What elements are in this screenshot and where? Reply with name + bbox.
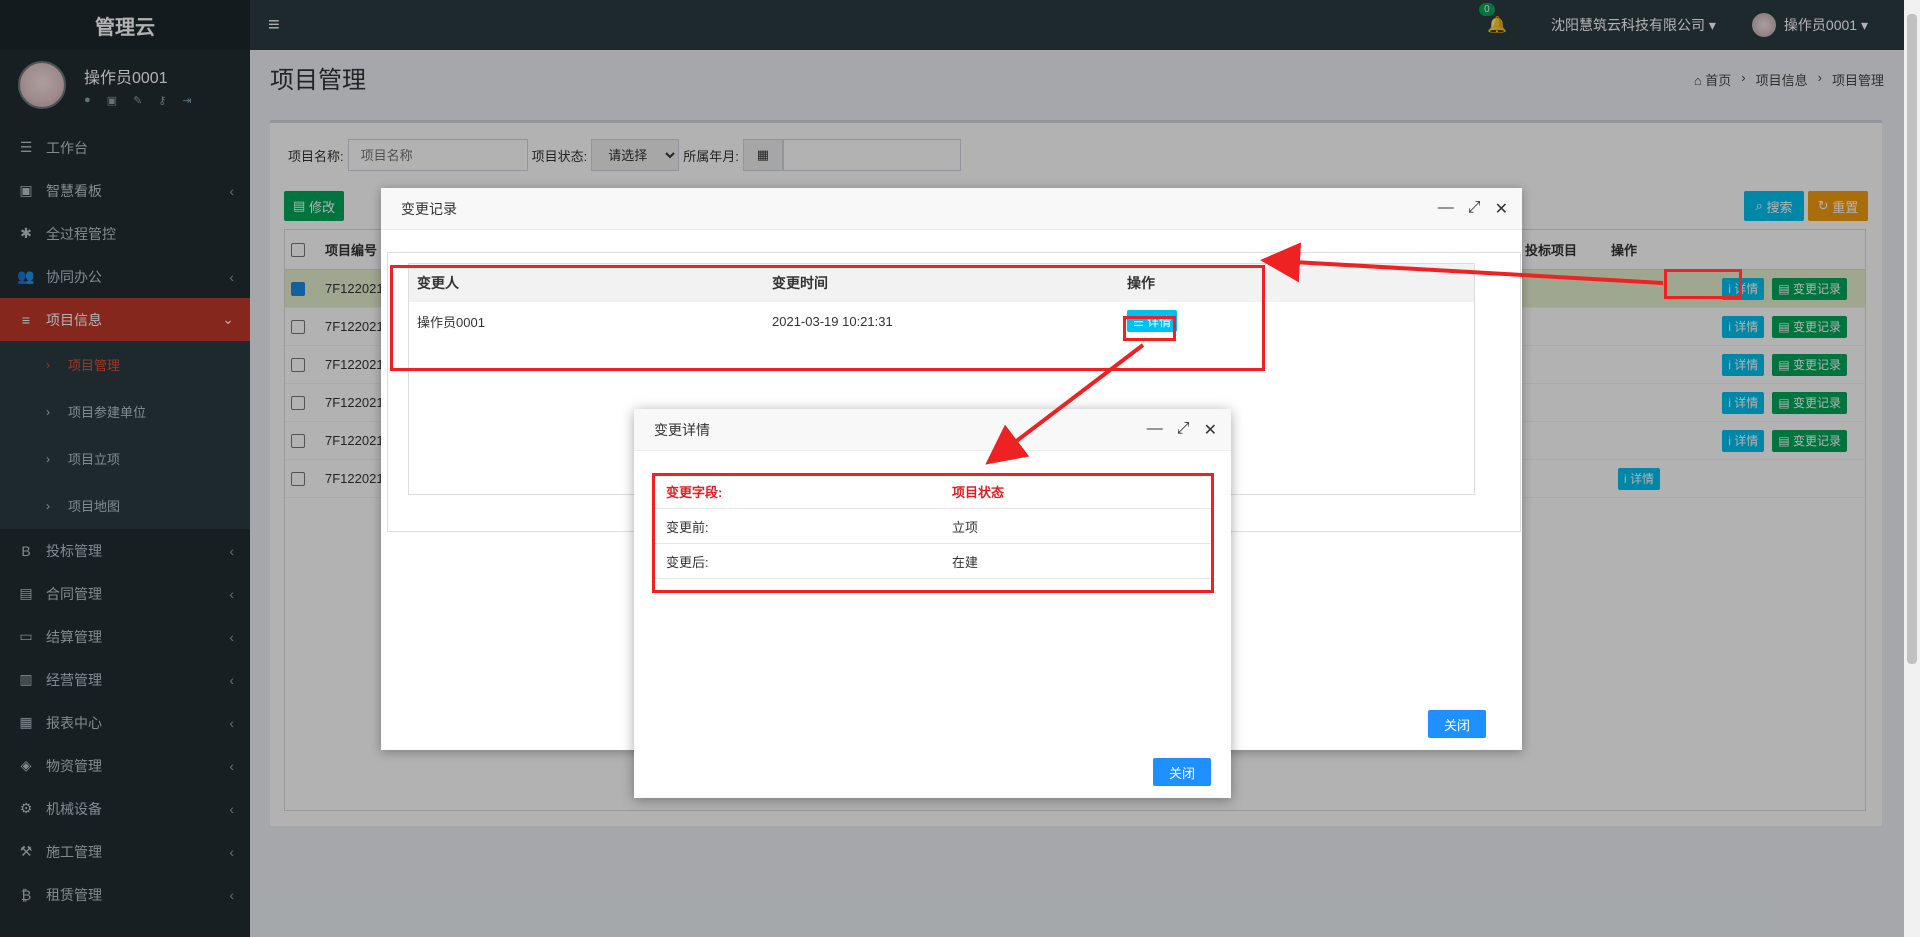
modal-title: 变更详情 — [654, 421, 710, 438]
modal1-close-button[interactable]: 关闭 — [1428, 710, 1486, 738]
close-icon[interactable]: ✕ — [1495, 199, 1508, 219]
scrollbar-thumb[interactable] — [1907, 14, 1917, 664]
annotation-box-change-detail — [652, 473, 1214, 593]
minimize-icon[interactable]: — — [1147, 420, 1163, 440]
maximize-icon[interactable]: ⤢ — [1177, 420, 1190, 440]
modal-title-bar: 变更记录 — ⤢ ✕ — [381, 188, 1522, 230]
change-detail-modal: 变更详情 — ⤢ ✕ 变更字段: 项目状态 变更前: 立项 变更后: 在建 关闭 — [634, 409, 1231, 798]
modal2-close-button[interactable]: 关闭 — [1153, 758, 1211, 786]
page-scrollbar[interactable] — [1904, 0, 1920, 937]
close-icon[interactable]: ✕ — [1204, 420, 1217, 440]
modal-title: 变更记录 — [401, 200, 457, 217]
annotation-box-change-record — [1664, 269, 1742, 299]
maximize-icon[interactable]: ⤢ — [1468, 199, 1481, 219]
annotation-box-detail — [1123, 316, 1176, 341]
modal-title-bar: 变更详情 — ⤢ ✕ — [634, 409, 1231, 451]
minimize-icon[interactable]: — — [1438, 199, 1454, 219]
